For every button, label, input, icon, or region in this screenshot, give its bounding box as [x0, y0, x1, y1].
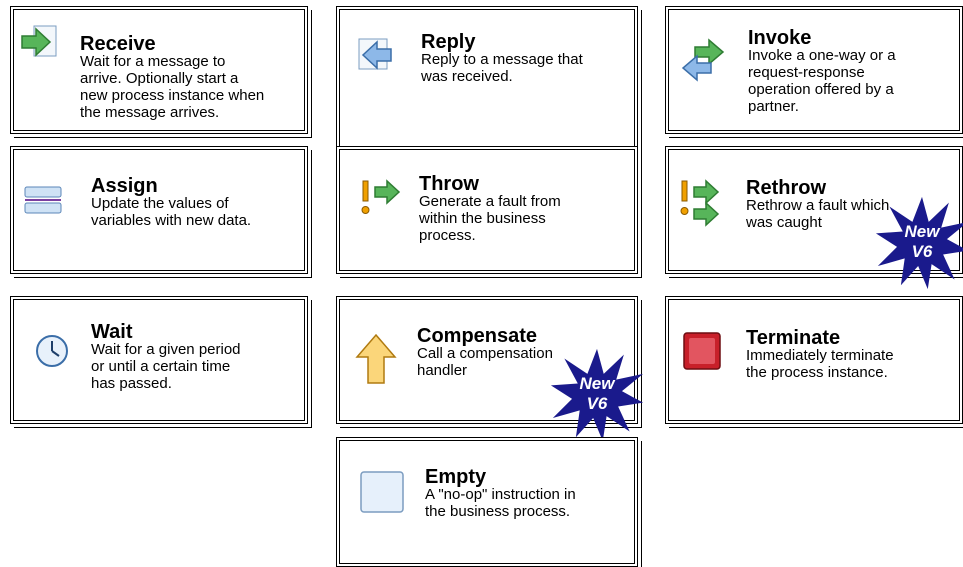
activity-card-invoke: Invoke Invoke a one-way or a request-res…: [665, 6, 963, 134]
new-v6-badge: New V6: [549, 347, 645, 443]
activity-card-rethrow: Rethrow Rethrow a fault which was caught…: [665, 146, 963, 290]
activity-description: Wait for a given period or until a certa…: [91, 341, 241, 392]
activity-title: Rethrow: [746, 177, 826, 199]
activity-title: Throw: [419, 173, 479, 195]
rethrow-fault-icon: [678, 177, 726, 234]
terminate-stop-icon: [682, 331, 722, 376]
badge-line1: New: [579, 374, 615, 393]
activity-card-assign: Assign Update the values of variables wi…: [10, 146, 308, 274]
activity-title: Empty: [425, 466, 487, 488]
activity-title: Terminate: [746, 327, 841, 349]
assign-icon: [23, 185, 63, 220]
invoke-arrows-icon: [681, 37, 725, 88]
activity-description: Immediately terminate the process instan…: [746, 347, 894, 381]
activity-description: A "no-op" instruction in the business pr…: [425, 486, 576, 520]
compensate-up-arrow-icon: [355, 333, 397, 390]
activity-card-empty: Empty A "no-op" instruction in the busin…: [336, 437, 638, 567]
throw-fault-icon: [359, 177, 403, 224]
activity-card-reply: Reply Reply to a message that was receiv…: [336, 6, 638, 164]
new-v6-badge: New V6: [874, 195, 963, 291]
activity-description: Reply to a message that was received.: [421, 51, 583, 85]
activity-description: Update the values of variables with new …: [91, 195, 252, 229]
badge-line1: New: [904, 222, 940, 241]
activity-card-receive: Receive Wait for a message to arrive. Op…: [10, 6, 308, 134]
receive-arrow-icon: [20, 24, 58, 65]
activity-card-wait: Wait Wait for a given period or until a …: [10, 296, 308, 424]
empty-box-icon: [359, 470, 405, 519]
activity-title: Compensate: [417, 325, 538, 347]
activity-title: Receive: [80, 33, 156, 55]
reply-arrow-icon: [355, 37, 393, 78]
activity-card-terminate: Terminate Immediately terminate the proc…: [665, 296, 963, 424]
activity-title: Wait: [91, 321, 133, 343]
activity-title: Reply: [421, 31, 476, 53]
activity-card-throw: Throw Generate a fault from within the b…: [336, 146, 638, 274]
activity-description: Rethrow a fault which was caught: [746, 197, 890, 231]
activity-description: Call a compensation handler: [417, 345, 553, 379]
activity-title: Invoke: [748, 27, 812, 49]
badge-line2: V6: [586, 394, 608, 413]
activity-card-compensate: Compensate Call a compensation handler N…: [336, 296, 644, 442]
activity-description: Generate a fault from within the busines…: [419, 193, 561, 244]
clock-icon: [34, 333, 70, 374]
badge-line2: V6: [911, 242, 933, 261]
activity-description: Wait for a message to arrive. Optionally…: [80, 53, 265, 121]
activity-title: Assign: [91, 175, 158, 197]
activity-description: Invoke a one-way or a request-response o…: [748, 47, 896, 115]
